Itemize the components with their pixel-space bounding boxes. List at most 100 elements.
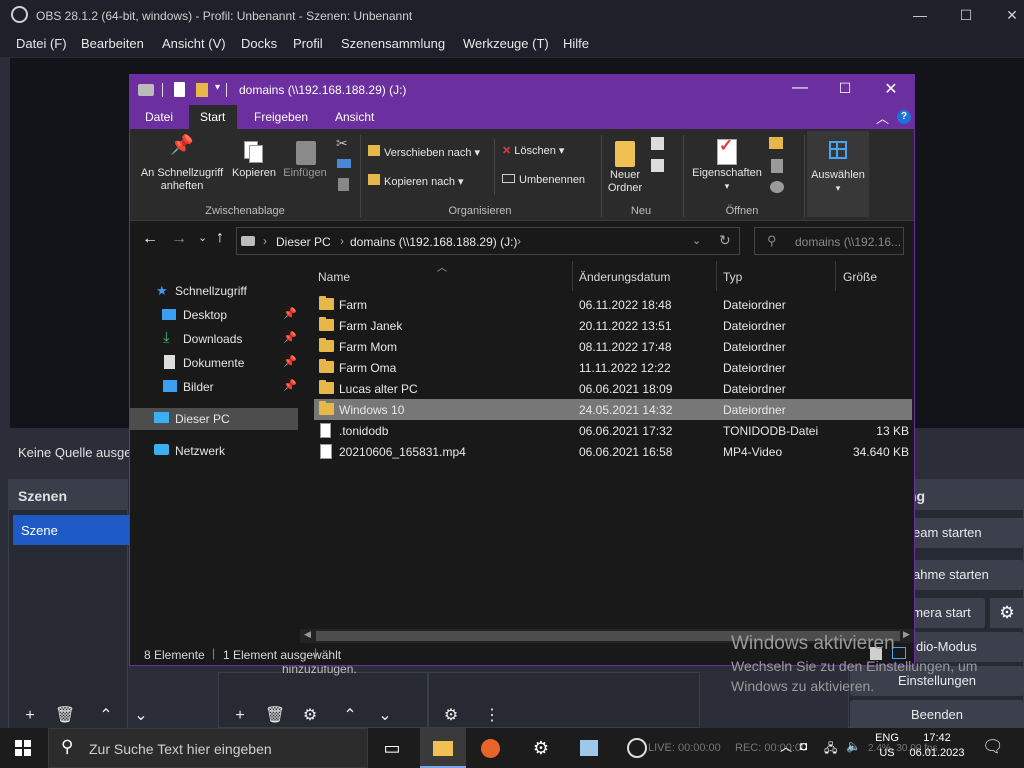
firefox-taskbar-icon[interactable] [467, 728, 513, 768]
source-settings-icon[interactable]: ⚙ [297, 705, 323, 727]
open-icon[interactable] [769, 137, 783, 149]
file-row[interactable]: Farm 06.11.2022 18:48 Dateiordner [314, 294, 912, 315]
remove-source-icon[interactable]: 🗑 [262, 705, 288, 727]
explorer-minimize-icon[interactable]: — [780, 79, 820, 97]
mixer-menu-icon[interactable]: ⋮ [479, 705, 505, 727]
notifications-icon[interactable]: 🗨 [982, 737, 1004, 757]
task-view-icon[interactable]: ▭ [369, 728, 415, 768]
file-row[interactable]: 20210606_165831.mp4 06.06.2021 16:58 MP4-V… [314, 441, 912, 462]
maximize-icon[interactable]: ☐ [943, 0, 989, 31]
scroll-left-icon[interactable]: ◀ [304, 629, 311, 640]
menu-profil[interactable]: Profil [293, 36, 323, 51]
exit-button[interactable]: Beenden [850, 700, 1024, 730]
menu-hilfe[interactable]: Hilfe [563, 36, 589, 51]
refresh-icon[interactable]: ↻ [719, 232, 731, 249]
breadcrumb-domains[interactable]: domains (\\192.168.188.29) (J:) [350, 235, 517, 249]
clock[interactable]: 17:42 06.01.2023 [904, 731, 970, 761]
tab-start[interactable]: Start [189, 105, 237, 129]
menu-werkzeuge[interactable]: Werkzeuge (T) [463, 36, 549, 51]
nav-network[interactable]: Netzwerk [130, 440, 298, 462]
source-down-icon[interactable]: ⌄ [372, 705, 398, 727]
breadcrumb-this-pc[interactable]: Dieser PC [276, 235, 331, 249]
remove-scene-icon[interactable]: 🗑 [52, 705, 78, 727]
file-row[interactable]: Farm Mom 08.11.2022 17:48 Dateiordner [314, 336, 912, 357]
tab-ansicht[interactable]: Ansicht [335, 110, 374, 124]
tray-camera-icon[interactable]: ◘ [800, 739, 807, 753]
tab-freigeben[interactable]: Freigeben [254, 110, 308, 124]
menu-szenensammlung[interactable]: Szenensammlung [341, 36, 445, 51]
taskbar-search[interactable]: ⚲ Zur Suche Text hier eingeben [48, 728, 368, 768]
scene-item[interactable]: Szene [13, 515, 129, 545]
file-row-selected[interactable]: Windows 10 24.05.2021 14:32 Dateiordner [314, 399, 912, 420]
edit-icon[interactable] [771, 159, 783, 173]
rename-button[interactable]: Umbenennen [502, 174, 596, 192]
up-icon[interactable]: ↑ [216, 229, 224, 247]
new-folder-quick-icon[interactable] [196, 83, 208, 97]
move-to-button[interactable]: Verschieben nach ▾ [368, 145, 490, 163]
nav-documents[interactable]: Dokumente 📌 [130, 352, 298, 374]
tab-datei[interactable]: Datei [145, 110, 173, 124]
explorer-close-icon[interactable]: ✕ [871, 79, 911, 99]
nav-this-pc[interactable]: Dieser PC [130, 408, 298, 430]
address-history-icon[interactable]: ⌄ [692, 234, 701, 247]
help-icon[interactable]: ? [897, 110, 911, 124]
network-tray-icon[interactable]: 🖧 [824, 739, 837, 760]
copy-button[interactable]: Kopieren [230, 139, 278, 180]
paste-button[interactable]: Einfügen [281, 139, 329, 180]
file-explorer-taskbar-icon[interactable] [420, 728, 466, 768]
cut-icon[interactable]: ✂ [336, 135, 348, 152]
search-box[interactable]: ⚲ domains (\\192.16... [754, 227, 904, 255]
minimize-icon[interactable]: — [897, 0, 943, 31]
back-icon[interactable]: ← [142, 230, 158, 248]
copy-path-icon[interactable] [337, 159, 351, 168]
nav-pictures[interactable]: Bilder 📌 [130, 376, 298, 398]
nav-desktop[interactable]: Desktop 📌 [130, 304, 298, 326]
close-icon[interactable]: ✕ [989, 0, 1024, 31]
add-source-button[interactable]: + [227, 705, 253, 727]
pin-quick-access-button[interactable]: 📌 An Schnellzugriff anheften [136, 136, 228, 193]
forward-icon[interactable]: → [171, 230, 187, 248]
add-scene-button[interactable]: + [17, 705, 43, 727]
scene-down-icon[interactable]: ⌄ [128, 705, 154, 727]
new-folder-button[interactable]: Neuer Ordner [602, 139, 648, 195]
file-row[interactable]: .tonidodb 06.06.2021 17:32 TONIDODB-Datei 1… [314, 420, 912, 441]
new-item-icon[interactable] [651, 137, 664, 150]
paste-shortcut-icon[interactable] [338, 178, 349, 191]
menu-datei[interactable]: Datei (F) [16, 36, 67, 51]
history-icon[interactable] [770, 181, 784, 193]
explorer-maximize-icon[interactable]: ☐ [825, 80, 865, 97]
nav-quick-access[interactable]: ★ Schnellzugriff [130, 280, 298, 302]
virtualcam-settings-icon[interactable]: ⚙ [990, 598, 1024, 628]
copy-to-button[interactable]: Kopieren nach ▾ [368, 174, 490, 192]
properties-button[interactable]: ✓ Eigenschaften ▾ [688, 137, 766, 193]
nav-downloads[interactable]: ⤓ Downloads 📌 [130, 328, 298, 350]
properties-quick-icon[interactable] [174, 82, 185, 97]
source-up-icon[interactable]: ⌃ [337, 705, 363, 727]
address-bar[interactable]: › Dieser PC › domains (\\192.168.188.29)… [236, 227, 740, 255]
quick-access-toolbar-dropdown-icon[interactable]: ▾ [215, 82, 220, 93]
mixer-settings-icon[interactable]: ⚙ [438, 705, 464, 727]
menu-bearbeiten[interactable]: Bearbeiten [81, 36, 144, 51]
recent-locations-icon[interactable]: ⌄ [198, 231, 207, 244]
settings-taskbar-icon[interactable]: ⚙ [518, 728, 564, 768]
volume-muted-icon[interactable]: 🔈 [846, 739, 861, 753]
menu-ansicht[interactable]: Ansicht (V) [162, 36, 226, 51]
tray-overflow-icon[interactable]: ︿ [780, 738, 792, 755]
file-row[interactable]: Farm Oma 11.11.2022 12:22 Dateiordner [314, 357, 912, 378]
menu-docks[interactable]: Docks [241, 36, 277, 51]
column-type[interactable]: Typ [717, 261, 836, 291]
start-button[interactable] [0, 728, 46, 768]
delete-button[interactable]: ✕ Löschen ▾ [502, 145, 592, 163]
column-size[interactable]: Größe [836, 261, 914, 291]
app-taskbar-icon[interactable] [566, 728, 612, 768]
column-name[interactable]: Name [300, 261, 573, 291]
file-row[interactable]: Farm Janek 20.11.2022 13:51 Dateiordner [314, 315, 912, 336]
language-indicator[interactable]: ENG US [870, 731, 904, 761]
column-date[interactable]: Änderungsdatum [573, 261, 717, 291]
file-row[interactable]: Lucas alter PC 06.06.2021 18:09 Dateiordne… [314, 378, 912, 399]
scene-up-icon[interactable]: ⌃ [93, 705, 119, 727]
select-button[interactable]: Auswählen ▾ [807, 131, 869, 217]
easy-access-icon[interactable] [651, 159, 664, 172]
collapse-ribbon-icon[interactable]: ︿ [876, 108, 889, 127]
scroll-right-icon[interactable]: ▶ [903, 629, 910, 640]
